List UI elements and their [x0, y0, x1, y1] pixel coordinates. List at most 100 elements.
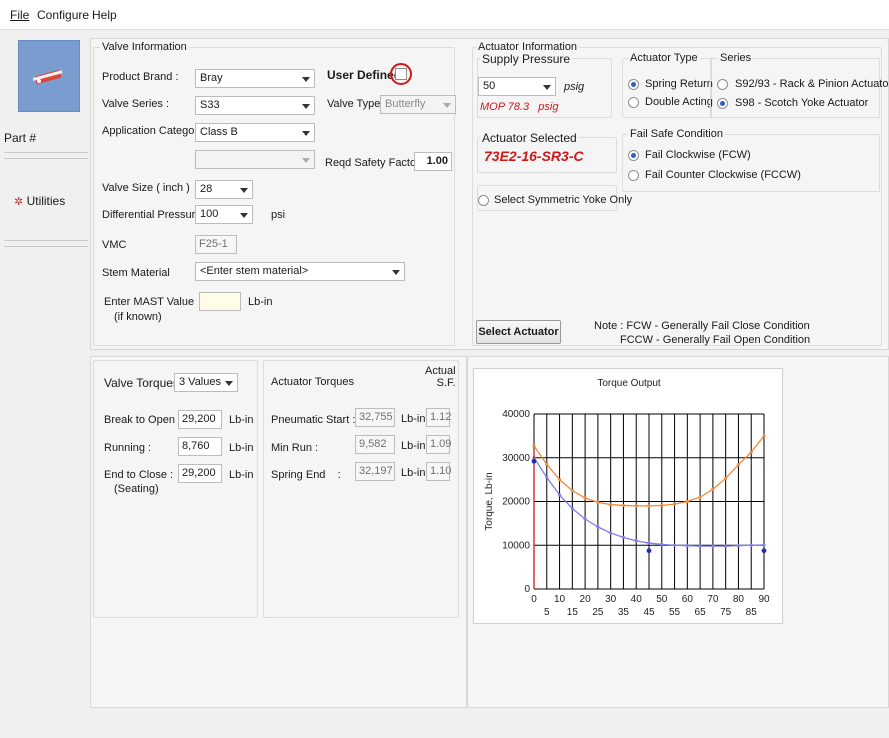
- min-run-unit: Lb-in: [401, 440, 426, 452]
- series-point: [583, 496, 587, 500]
- y-tick-label: 0: [524, 584, 530, 595]
- y-tick-label: 30000: [502, 453, 530, 464]
- differential-pressure-select[interactable]: 100: [195, 205, 253, 224]
- mop-label: MOP 78.3 psig: [480, 101, 558, 113]
- series-point: [609, 531, 613, 535]
- spring-return-radio[interactable]: [628, 79, 639, 90]
- actuator-selected-value: 73E2-16-SR3-C: [484, 148, 584, 164]
- series-point: [545, 462, 549, 466]
- series-point: [532, 444, 536, 448]
- min-run-field: 9,582: [355, 435, 395, 454]
- valve-size-value: 28: [200, 183, 213, 195]
- valve-type-select[interactable]: Butterfly: [380, 95, 456, 114]
- valve-torques-mode-select[interactable]: 3 Values: [174, 373, 238, 392]
- x-tick-label: 10: [554, 594, 566, 605]
- series-point: [724, 544, 728, 548]
- x-tick-label: 25: [592, 607, 604, 618]
- reqd-safety-factor-input[interactable]: 1.00: [414, 152, 452, 171]
- y-axis-label: Torque, Lb-in: [484, 472, 495, 530]
- sidebar-divider: [4, 240, 88, 241]
- x-tick-label: 0: [531, 594, 537, 605]
- pneumatic-start-sf: 1.12: [426, 408, 451, 427]
- menu-file[interactable]: File: [10, 8, 29, 22]
- torque-output-chart: Torque Output 0 10000 20000 30000 40000 0 10 20 3…: [473, 368, 783, 624]
- vmc-label: VMC: [102, 239, 127, 251]
- menu-configure[interactable]: Configure: [37, 8, 89, 22]
- break-to-open-input[interactable]: 29,200: [178, 410, 222, 429]
- x-tick-label: 50: [656, 594, 668, 605]
- series-point: [634, 504, 638, 508]
- series-point: [647, 541, 651, 545]
- series-point: [736, 463, 741, 467]
- select-actuator-button[interactable]: Select Actuator: [476, 320, 561, 344]
- spring-return-label: Spring Return: [645, 78, 713, 90]
- symmetric-yoke-radio[interactable]: [478, 195, 489, 206]
- x-tick-label: 15: [567, 607, 579, 618]
- pneumatic-start-field: 32,755: [355, 408, 395, 427]
- series-point: [557, 493, 562, 497]
- x-tick-label: 85: [746, 607, 758, 618]
- actual-sf-header: Actual S.F.: [425, 365, 456, 389]
- y-tick-label: 40000: [502, 409, 530, 420]
- supply-pressure-select[interactable]: 50: [478, 77, 556, 96]
- product-brand-value: Bray: [200, 72, 223, 84]
- stem-material-select[interactable]: <Enter stem material>: [195, 262, 405, 281]
- menu-bar: File Configure Help: [0, 0, 889, 30]
- running-input[interactable]: 8,760: [178, 437, 222, 456]
- valve-type-value: Butterfly: [385, 98, 426, 110]
- series-point: [749, 450, 753, 454]
- actuator-type-label: Actuator Type: [628, 52, 700, 64]
- spring-end-sf: 1.10: [426, 462, 451, 481]
- sidebar-item-utilities[interactable]: ✲ Utilities: [14, 194, 65, 208]
- valve-series-select[interactable]: S33: [195, 96, 315, 115]
- valve-icon: [32, 70, 63, 84]
- chevron-down-icon: [302, 104, 310, 109]
- series-point: [698, 544, 702, 548]
- valve-size-select[interactable]: 28: [195, 180, 253, 199]
- chevron-down-icon: [392, 270, 400, 275]
- marker-point: [531, 458, 537, 464]
- double-acting-label: Double Acting: [645, 96, 713, 108]
- vmc-field: F25-1: [195, 235, 237, 254]
- series-point: [685, 544, 689, 548]
- series-point: [762, 543, 766, 547]
- highlight-ring-annotation: [390, 63, 412, 85]
- menu-help[interactable]: Help: [92, 8, 117, 22]
- secondary-category-select[interactable]: [195, 150, 315, 169]
- series-point: [557, 478, 562, 482]
- x-tick-label: 55: [669, 607, 681, 618]
- utilities-label: Utilities: [26, 194, 66, 208]
- break-to-open-unit: Lb-in: [229, 414, 254, 426]
- product-brand-select[interactable]: Bray: [195, 69, 315, 88]
- chevron-down-icon: [240, 188, 248, 193]
- series-label: Series: [718, 52, 754, 64]
- chevron-down-icon: [443, 103, 451, 108]
- stem-material-label: Stem Material: [102, 267, 170, 279]
- gear-icon: ✲: [14, 196, 24, 208]
- series-point: [749, 543, 753, 547]
- mast-value-unit: Lb-in: [248, 296, 273, 308]
- series-s92-radio[interactable]: [717, 79, 728, 90]
- series-point: [596, 500, 600, 504]
- end-to-close-unit: Lb-in: [229, 469, 254, 481]
- application-category-label: Application Category :: [102, 125, 210, 137]
- fccw-radio[interactable]: [628, 170, 639, 181]
- differential-pressure-value: 100: [200, 208, 219, 220]
- series-s98-radio[interactable]: [717, 98, 728, 109]
- chevron-down-icon: [302, 131, 310, 136]
- supply-pressure-value: 50: [483, 80, 496, 92]
- torque-chart-svg: Torque Output 0 10000 20000 30000 40000 0 10 20 3…: [484, 378, 770, 618]
- valve-information-title: Valve Information: [100, 41, 189, 53]
- part-number-label[interactable]: Part #: [4, 131, 36, 145]
- series-point: [621, 503, 626, 508]
- fcw-radio[interactable]: [628, 150, 639, 161]
- double-acting-radio[interactable]: [628, 97, 639, 108]
- chevron-down-icon: [302, 77, 310, 82]
- stem-material-value: <Enter stem material>: [200, 265, 309, 277]
- part-tile[interactable]: [18, 40, 80, 112]
- chevron-down-icon: [225, 381, 233, 386]
- mast-value-input[interactable]: [199, 292, 241, 311]
- end-to-close-input[interactable]: 29,200: [178, 464, 222, 483]
- application-category-select[interactable]: Class B: [195, 123, 315, 142]
- sidebar-divider: [4, 158, 88, 159]
